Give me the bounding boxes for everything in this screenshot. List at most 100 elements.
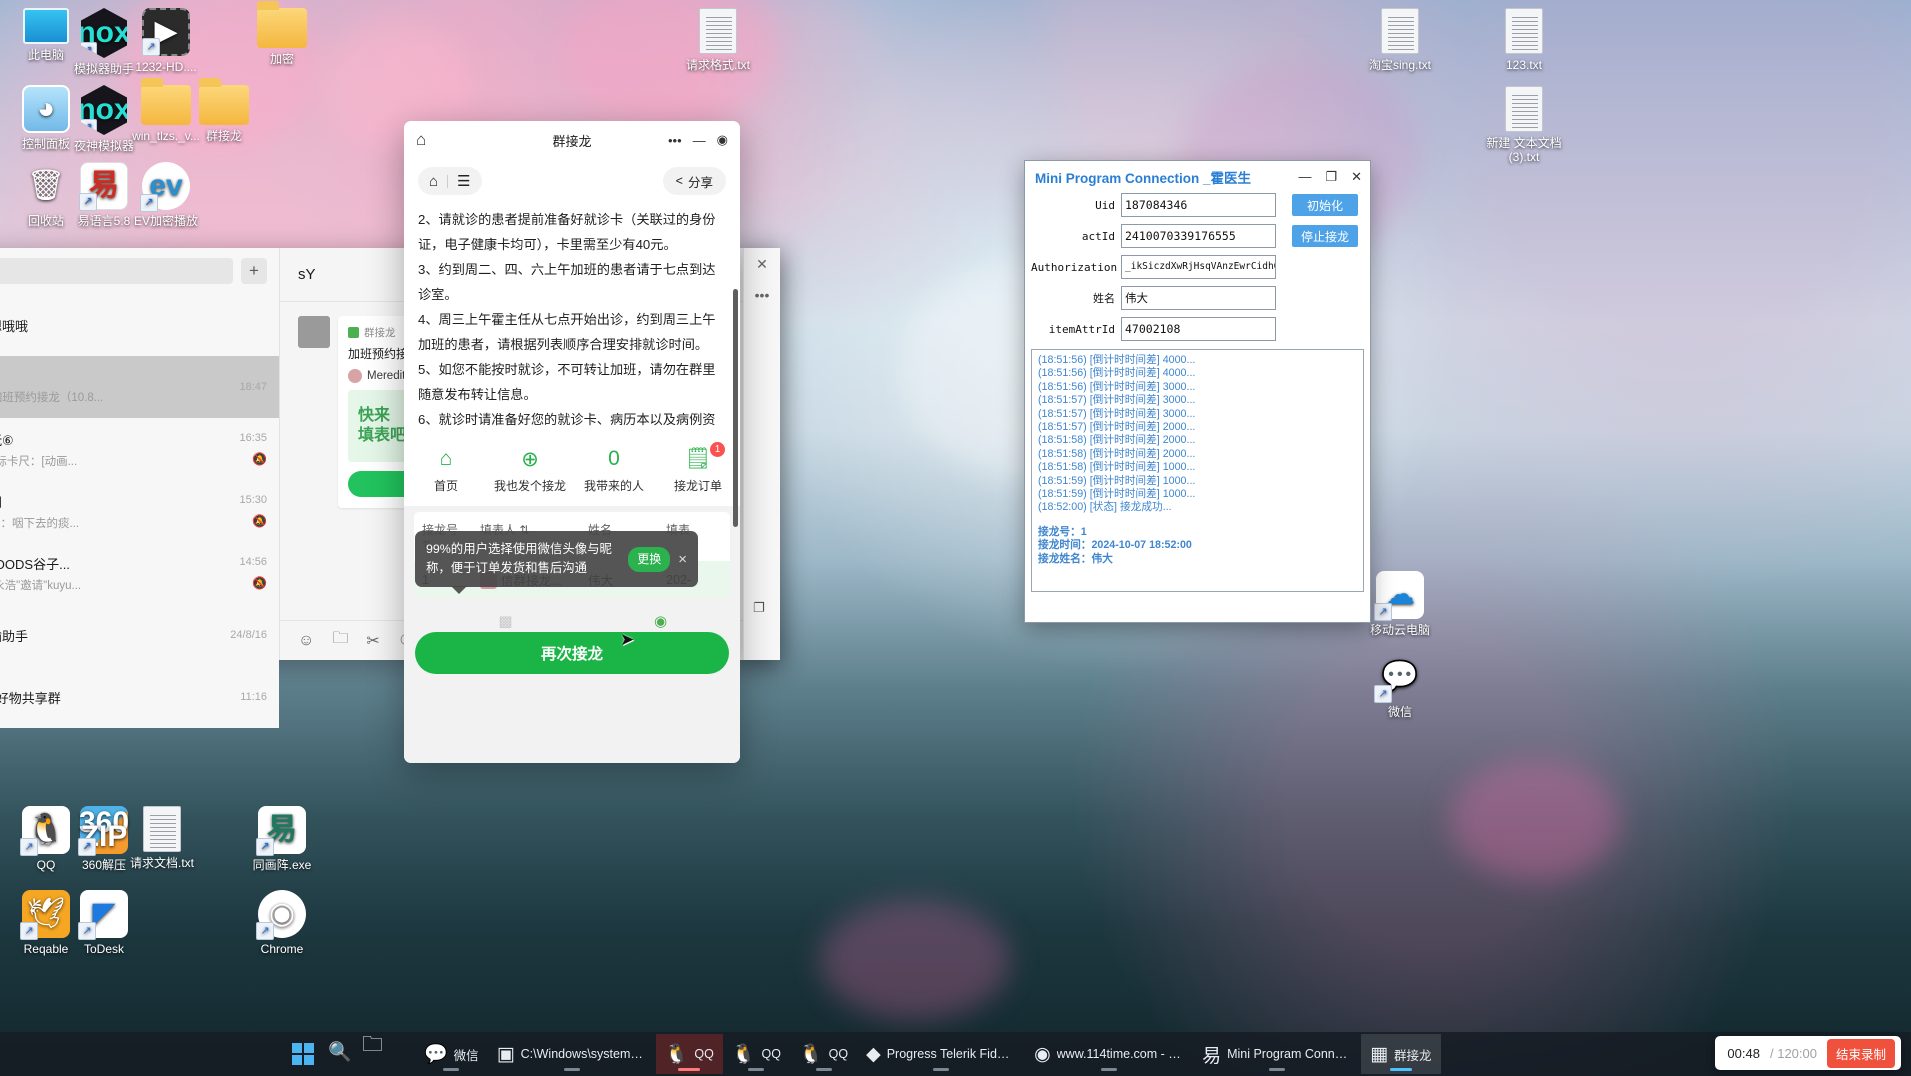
folder-icon[interactable]: 🗀	[332, 627, 348, 654]
window-controls[interactable]: ••• — ◉	[668, 132, 728, 148]
desktop-icon-text-file[interactable]: 请求格式.txt	[676, 8, 760, 72]
taskbar-item-wechat-miniprogram[interactable]: ▦ 群接龙	[1361, 1034, 1441, 1074]
minimize-icon[interactable]: —	[1298, 169, 1311, 185]
recording-widget[interactable]: 00:48 / 120:00 结束录制	[1715, 1036, 1901, 1070]
close-icon[interactable]: ✕	[756, 256, 768, 273]
taskbar-items[interactable]: 💬 微信 ▣ C:\Windows\system32\c 🐧 QQ 🐧 QQ 🐧 QQ ◆ Progr…	[415, 1034, 1441, 1074]
mpc-form[interactable]: Uid 187084346 初始化 actId 2410070339176555 停止接龙…	[1025, 193, 1370, 341]
chat-list-item[interactable]: 腾讯新闻 [9条] 科普：咽下去的痰... 15:30 🔕	[0, 480, 279, 542]
desktop-icon-text-file[interactable]: 请求文档.txt	[120, 806, 204, 870]
tab-order-list[interactable]: 🗒 1 接龙订单	[656, 442, 740, 494]
mute-icon: 🔕	[252, 514, 267, 528]
join-again-button[interactable]: 再次接龙	[415, 632, 729, 674]
share-button[interactable]: < 分享	[662, 167, 726, 195]
desktop-icon-tonghuazhen[interactable]: 易同画阵.exe	[240, 806, 324, 872]
close-icon[interactable]: ✕	[1351, 169, 1362, 185]
chat-meta: 唐豆潮玩⑥ [87条] 游标卡尺：[动画...	[0, 430, 229, 469]
content-scrollbar[interactable]	[733, 289, 738, 527]
chat-list-item[interactable]: 📍 全球好物共享群 11:16	[0, 666, 279, 728]
action-button[interactable]: 初始化	[1292, 194, 1358, 216]
chat-list-item[interactable]: 文件传输助手 24/8/16	[0, 604, 279, 666]
tip-change-button[interactable]: 更换	[628, 546, 671, 572]
order-list-icon: 🗒 1	[656, 442, 740, 473]
log-summary-line: 接龙姓名：伟大	[1038, 552, 1113, 565]
more-dots-icon[interactable]: •••	[668, 133, 682, 148]
nav-pill-group[interactable]: ⌂ ☰	[418, 167, 482, 195]
chat-list-item[interactable]: 唐豆潮玩⑥ [87条] 游标卡尺：[动画... 16:35 🔕	[0, 418, 279, 480]
minimize-icon[interactable]: —	[693, 133, 706, 148]
file-explorer-icon[interactable]: 🗀	[362, 1030, 383, 1065]
headset-icon: ◉	[653, 613, 668, 630]
desktop-icon-video-file[interactable]: ▶ 1232-HD....	[124, 8, 208, 74]
field-input[interactable]: _ikSiczdXwRjHsqVAnzEwrCidhGK5wA	[1121, 255, 1276, 279]
count-zero-icon: 0	[608, 447, 620, 470]
log-summary-line: 接龙时间：2024-10-07 18:52:00	[1038, 539, 1192, 552]
search-icon[interactable]: 🔍	[328, 1040, 352, 1064]
taskbar-item-qq[interactable]: 🐧 QQ	[655, 1034, 723, 1074]
taskbar-item-chrome[interactable]: ◉ www.114time.com - Goo	[1025, 1034, 1193, 1074]
miniprogram-navbar[interactable]: ⌂ ☰ < 分享	[404, 159, 740, 203]
log-line: (18:51:59) [倒计时时间差] 1000...	[1038, 488, 1196, 501]
search-input[interactable]	[0, 258, 233, 284]
avatar-tip-banner[interactable]: 99%的用户选择使用微信头像与昵称，便于订单发货和售后沟通 更换 ×	[415, 531, 698, 594]
action-button[interactable]: 停止接龙	[1292, 225, 1358, 247]
capsule-close-icon[interactable]: ◉	[717, 132, 728, 148]
tip-close-icon[interactable]: ×	[678, 550, 687, 569]
scissors-icon[interactable]: ✂	[366, 631, 379, 651]
desktop-icon-text-file[interactable]: 淘宝sing.txt	[1358, 8, 1442, 72]
taskbar-item-qq[interactable]: 🐧 QQ	[723, 1034, 790, 1074]
taskbar-item-wechat[interactable]: 💬 微信	[415, 1034, 488, 1074]
miniprogram-content[interactable]: 2、请就诊的患者提前准备好就诊卡（关联过的身份证，电子健康卡均可），卡里需至少有…	[404, 203, 740, 763]
add-chat-button[interactable]: +	[241, 258, 267, 284]
open-indicator	[933, 1068, 950, 1071]
mpc-window-controls[interactable]: — ❐ ✕	[1298, 169, 1362, 185]
taskbar-item-epl[interactable]: 易 Mini Program Connectio	[1193, 1034, 1361, 1074]
desktop-icon-ev-player[interactable]: ev EV加密播放	[124, 162, 208, 228]
field-input[interactable]: 2410070339176555	[1121, 224, 1276, 248]
mpc-title: Mini Program Connection _霍医生	[1035, 171, 1252, 186]
home-icon[interactable]: ⌂	[429, 173, 438, 190]
fiddler-icon: ◆	[866, 1043, 881, 1065]
mouse-cursor: ➤	[620, 630, 635, 649]
miniprogram-tabbar[interactable]: ⌂ 首页 ⊕ 我也发个接龙 0 我带来的人 🗒 1 接龙订单	[404, 435, 740, 506]
more-icon[interactable]: •••	[755, 287, 770, 303]
taskbar[interactable]: 🔍 🗀 💬 微信 ▣ C:\Windows\system32\c 🐧 QQ 🐧 QQ 🐧 QQ ◆ P…	[0, 1032, 1911, 1076]
desktop-icon-folder[interactable]: 加密	[240, 1, 324, 66]
notice-line: 4、周三上午霍主任从七点开始出诊，约到周三上午加班的患者，请根据列表顺序合理安排…	[418, 312, 716, 352]
maximize-icon[interactable]: ❐	[1325, 169, 1337, 185]
miniprogram-window[interactable]: ⌂ 群接龙 ••• — ◉ ⌂ ☰ < 分享 2、请就诊的患者提前准备好就诊卡（…	[404, 121, 740, 763]
mpc-log-panel[interactable]: (18:51:56) [倒计时时间差] 4000... (18:51:56) [倒…	[1031, 349, 1364, 592]
tab-plus-circle[interactable]: ⊕ 我也发个接龙	[488, 445, 572, 494]
emoji-icon[interactable]: ☺	[298, 632, 314, 650]
tab-label: 我也发个接龙	[493, 479, 566, 493]
field-input[interactable]: 伟大	[1121, 286, 1276, 310]
tab-count-zero[interactable]: 0 我带来的人	[572, 445, 656, 494]
desktop-icon-wechat[interactable]: 💬 微信	[1358, 653, 1442, 719]
chat-list-item[interactable]: LOVEGOODS谷子... [7条] "孙永浩"邀请"kuyu... 14:56 🔕	[0, 542, 279, 604]
desktop-icon-text-file[interactable]: 新建 文本文档 (3).txt	[1482, 86, 1566, 164]
chrome-icon: ◉	[1034, 1043, 1051, 1065]
wechat-side-panel[interactable]: ✕ •••	[743, 248, 780, 660]
desktop-icon-text-file[interactable]: 123.txt	[1482, 8, 1566, 72]
desktop-icon-label: 新建 文本文档 (3).txt	[1486, 136, 1562, 164]
chat-rows[interactable]: 噢噢嗯嗯哦哦 sY [小程序]加班预约接龙（10.8... 18:47 唐豆潮玩⑥ [87…	[0, 294, 279, 728]
tab-home[interactable]: ⌂ 首页	[404, 445, 488, 494]
wechat-chat-list[interactable]: + 噢噢嗯嗯哦哦 sY [小程序]加班预约接龙（10.8... 18:47 唐豆潮玩⑥ […	[0, 248, 280, 728]
wechat-search-bar[interactable]: +	[0, 248, 279, 294]
chat-list-item[interactable]: sY [小程序]加班预约接龙（10.8... 18:47	[0, 356, 279, 418]
chat-list-item[interactable]: 噢噢嗯嗯哦哦	[0, 294, 279, 356]
field-input[interactable]: 187084346	[1121, 193, 1276, 217]
hamburger-icon[interactable]: ☰	[457, 172, 470, 190]
desktop-icon-chrome[interactable]: ◉ Chrome	[240, 890, 324, 956]
desktop-icon-todesk[interactable]: ◤ ToDesk	[62, 890, 146, 956]
taskbar-item-fiddler[interactable]: ◆ Progress Telerik Fiddler	[857, 1034, 1025, 1074]
stop-recording-button[interactable]: 结束录制	[1826, 1038, 1895, 1068]
windows-start-icon[interactable]	[292, 1043, 314, 1065]
taskbar-item-label: QQ	[761, 1047, 781, 1061]
desktop-icon-folder[interactable]: 群接龙	[182, 78, 266, 143]
mini-program-connection-window[interactable]: Mini Program Connection _霍医生 — ❐ ✕ Uid 18…	[1024, 160, 1371, 623]
taskbar-item-console[interactable]: ▣ C:\Windows\system32\c	[488, 1034, 656, 1074]
taskbar-item-qq[interactable]: 🐧 QQ	[790, 1034, 857, 1074]
field-input[interactable]: 47002108	[1121, 317, 1276, 341]
screen-icon[interactable]: ❐	[753, 600, 765, 616]
